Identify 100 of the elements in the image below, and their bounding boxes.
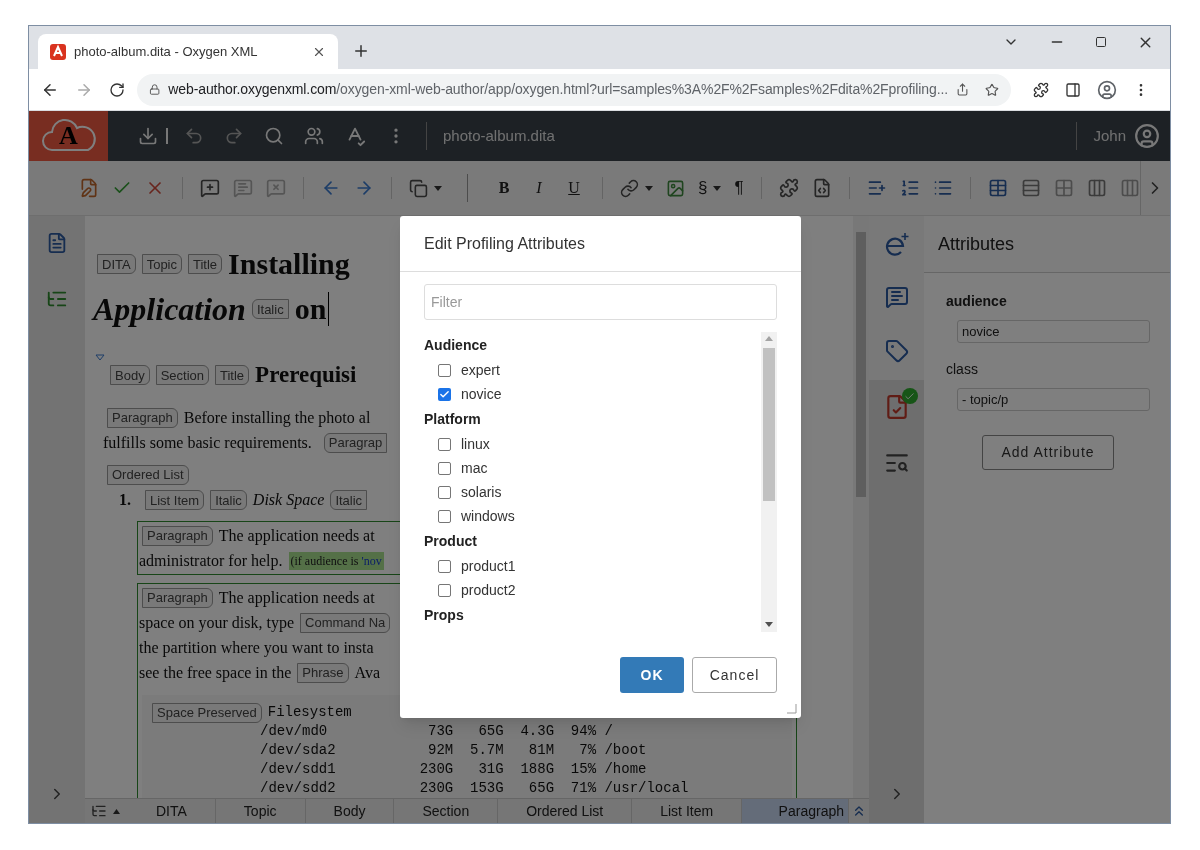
scrollbar[interactable] bbox=[761, 332, 777, 632]
maximize-icon[interactable] bbox=[1095, 36, 1107, 48]
element-tag[interactable]: Paragraph bbox=[142, 587, 213, 608]
outline-icon[interactable] bbox=[46, 232, 68, 254]
caret-icon[interactable] bbox=[434, 185, 442, 191]
table-rows-icon[interactable] bbox=[1020, 178, 1041, 198]
paragraph-text: space on your disk, type bbox=[139, 612, 295, 634]
checkbox[interactable] bbox=[438, 461, 451, 475]
people-icon[interactable] bbox=[304, 126, 324, 146]
table-icon[interactable] bbox=[987, 178, 1008, 198]
checkbox-option[interactable]: solaris bbox=[424, 480, 761, 504]
undo-icon[interactable] bbox=[184, 126, 204, 146]
checkbox-option[interactable]: product2 bbox=[424, 578, 761, 602]
table-grid-icon[interactable] bbox=[1053, 178, 1074, 198]
user-avatar-icon[interactable] bbox=[1134, 123, 1160, 149]
element-tag[interactable]: Body bbox=[110, 365, 150, 385]
attribute-name: class bbox=[946, 360, 979, 379]
attribute-value-field[interactable]: - topic/p bbox=[957, 388, 1150, 411]
numbered-list-icon[interactable] bbox=[899, 178, 920, 198]
element-tag[interactable]: Paragraph bbox=[107, 407, 178, 428]
user-name[interactable]: John bbox=[1093, 124, 1126, 148]
redo-icon[interactable] bbox=[224, 126, 244, 146]
format-button[interactable]: B bbox=[493, 176, 515, 200]
breadcrumb-item[interactable]: DITA bbox=[128, 799, 216, 823]
checkbox-option[interactable]: windows bbox=[424, 504, 761, 528]
checkbox-option[interactable]: novice bbox=[424, 382, 761, 406]
new-tab-icon[interactable] bbox=[352, 42, 370, 60]
breadcrumb-item[interactable]: Topic bbox=[215, 799, 306, 823]
list-plus-icon[interactable] bbox=[866, 178, 887, 198]
element-tag[interactable]: Ordered List bbox=[107, 464, 189, 485]
address-bar[interactable]: web-author.oxygenxml.com/oxygen-xml-web-author/app/oxygen.html?url=samples%3A%2F%2Fsamples%2Fdita%2Fprofiling... bbox=[137, 73, 1011, 106]
checkbox-option[interactable]: linux bbox=[424, 432, 761, 456]
caret-up-icon[interactable] bbox=[113, 808, 120, 814]
element-tag[interactable]: Command Na bbox=[300, 612, 391, 633]
link-icon[interactable] bbox=[620, 178, 639, 198]
group-heading: Platform bbox=[424, 409, 481, 429]
comment-icon[interactable] bbox=[884, 285, 909, 309]
end-tag[interactable]: Italic bbox=[251, 299, 289, 319]
profile-icon[interactable] bbox=[1097, 79, 1117, 100]
download-icon[interactable] bbox=[138, 126, 158, 146]
element-tag[interactable]: Title bbox=[188, 254, 223, 274]
checkbox[interactable] bbox=[438, 387, 451, 401]
file-edit-icon[interactable] bbox=[79, 178, 99, 198]
image-icon[interactable] bbox=[666, 178, 685, 198]
scroll-down-icon[interactable] bbox=[765, 622, 773, 627]
checkbox[interactable] bbox=[438, 485, 451, 499]
caret-icon[interactable] bbox=[713, 185, 722, 191]
table-columns-icon[interactable] bbox=[1086, 178, 1107, 198]
search-icon[interactable] bbox=[264, 126, 284, 146]
ok-button[interactable]: OK bbox=[620, 657, 684, 693]
element-tag[interactable]: Phrase bbox=[297, 662, 349, 683]
tag-icon[interactable] bbox=[884, 339, 909, 363]
add-attribute-button[interactable]: Add Attribute bbox=[982, 435, 1114, 470]
element-tag[interactable]: Paragraph bbox=[142, 525, 213, 546]
format-button[interactable]: I bbox=[528, 176, 550, 200]
element-tag[interactable]: Section bbox=[155, 365, 209, 385]
filter-field[interactable]: Filter bbox=[424, 284, 777, 320]
breadcrumb-item[interactable]: Section bbox=[394, 799, 499, 823]
breadcrumb-item[interactable]: Body bbox=[305, 799, 395, 823]
checkbox[interactable] bbox=[438, 559, 451, 573]
breadcrumb-item[interactable]: Paragraph bbox=[742, 799, 849, 823]
element-tag[interactable]: Title bbox=[215, 365, 250, 385]
breadcrumb-item[interactable]: Ordered List bbox=[498, 799, 633, 823]
checkbox[interactable] bbox=[438, 363, 451, 377]
element-tag[interactable]: List Item bbox=[145, 490, 205, 510]
checkbox[interactable] bbox=[438, 583, 451, 597]
app-logo[interactable]: A bbox=[29, 111, 108, 161]
add-comment-icon[interactable] bbox=[200, 178, 220, 198]
reload-icon[interactable] bbox=[109, 81, 125, 98]
element-tag[interactable]: Space Preserved bbox=[152, 702, 262, 723]
checkbox[interactable] bbox=[438, 437, 451, 451]
table-columns-icon[interactable] bbox=[1119, 178, 1140, 198]
section-button[interactable]: § bbox=[698, 175, 708, 201]
bulleted-list-icon[interactable] bbox=[932, 178, 953, 198]
format-button[interactable]: U bbox=[563, 176, 585, 200]
resize-grip-icon[interactable] bbox=[787, 704, 797, 714]
copy-icon[interactable] bbox=[409, 178, 428, 198]
element-tag[interactable]: DITA bbox=[97, 254, 136, 274]
share-icon[interactable] bbox=[956, 82, 970, 97]
cancel-button[interactable]: Cancel bbox=[692, 657, 777, 693]
puzzle-icon[interactable] bbox=[778, 178, 799, 198]
checkbox-option[interactable]: expert bbox=[424, 358, 761, 382]
scroll-up-icon[interactable] bbox=[765, 336, 773, 341]
checkbox-option[interactable]: product1 bbox=[424, 554, 761, 578]
paragraph-mark-button[interactable]: ¶ bbox=[734, 175, 744, 201]
scrollbar[interactable] bbox=[853, 216, 869, 798]
bookmark-star-icon[interactable] bbox=[985, 81, 999, 98]
browser-tab[interactable]: photo-album.dita - Oxygen XML bbox=[38, 34, 338, 69]
checkbox[interactable] bbox=[438, 509, 451, 523]
side-panel-icon[interactable] bbox=[1065, 81, 1081, 98]
extensions-icon[interactable] bbox=[1033, 81, 1049, 98]
tree-icon[interactable] bbox=[91, 803, 107, 819]
end-tag[interactable]: Italic bbox=[330, 490, 368, 510]
end-tag[interactable]: Paragrap bbox=[323, 432, 388, 453]
caret-icon[interactable] bbox=[645, 185, 653, 191]
element-tag[interactable]: Italic bbox=[210, 490, 247, 510]
checkbox-option[interactable]: mac bbox=[424, 456, 761, 480]
element-tag[interactable]: Topic bbox=[141, 254, 182, 274]
attribute-value-field[interactable]: novice bbox=[957, 320, 1150, 343]
collapse-triangle-icon[interactable] bbox=[95, 354, 105, 361]
